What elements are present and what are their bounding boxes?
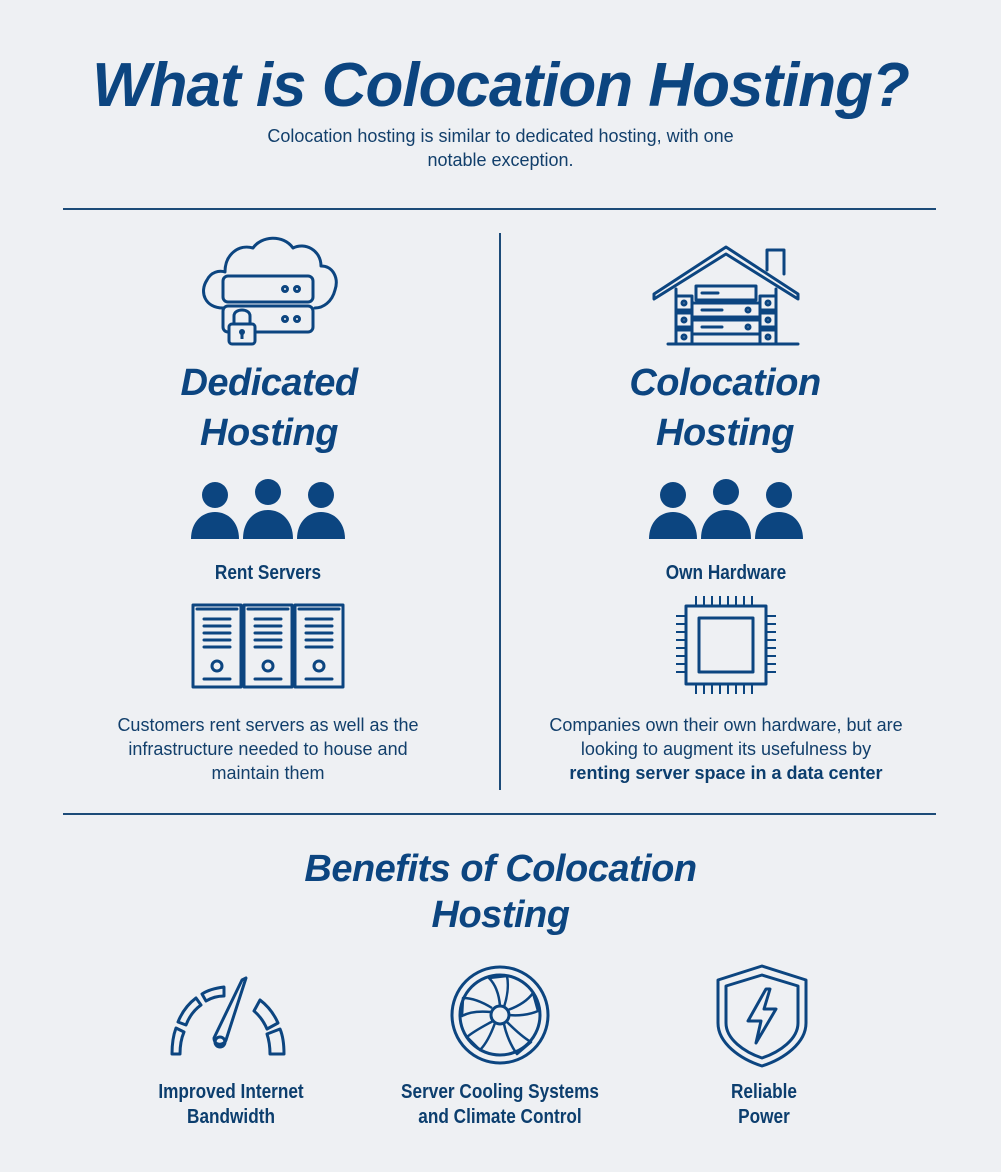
house-server-icon (652, 244, 800, 348)
dedicated-label: Rent Servers (214, 562, 322, 584)
page-subtitle: Colocation hosting is similar to dedicat… (267, 126, 734, 170)
colocation-description: Companies own their own hardware, but ar… (549, 715, 903, 783)
colocation-heading: Colocation Hosting (629, 362, 821, 454)
top-divider (63, 208, 936, 210)
server-rack-icon (191, 603, 345, 689)
chip-icon (672, 594, 780, 696)
colocation-description-emphasis: renting server space in a data center (569, 763, 883, 783)
benefit-power-label: Reliable Power (731, 1081, 797, 1128)
users-icon (648, 478, 804, 540)
benefit-cooling-label: Server Cooling Systems and Climate Contr… (401, 1081, 599, 1128)
dedicated-description: Customers rent servers as well as the in… (117, 715, 419, 783)
bottom-divider (63, 813, 936, 815)
fan-icon (449, 964, 551, 1066)
dedicated-heading: Dedicated Hosting (180, 362, 358, 454)
speedometer-icon (168, 974, 292, 1058)
page-title: What is Colocation Hosting? (92, 51, 910, 120)
shield-bolt-icon (714, 963, 810, 1069)
users-icon (190, 478, 346, 540)
colocation-label: Own Hardware (665, 562, 787, 584)
benefit-bandwidth-label: Improved Internet Bandwidth (158, 1081, 304, 1128)
cloud-server-lock-icon (195, 232, 341, 348)
center-divider (499, 233, 501, 790)
benefits-heading: Benefits of Colocation Hosting (304, 848, 697, 936)
